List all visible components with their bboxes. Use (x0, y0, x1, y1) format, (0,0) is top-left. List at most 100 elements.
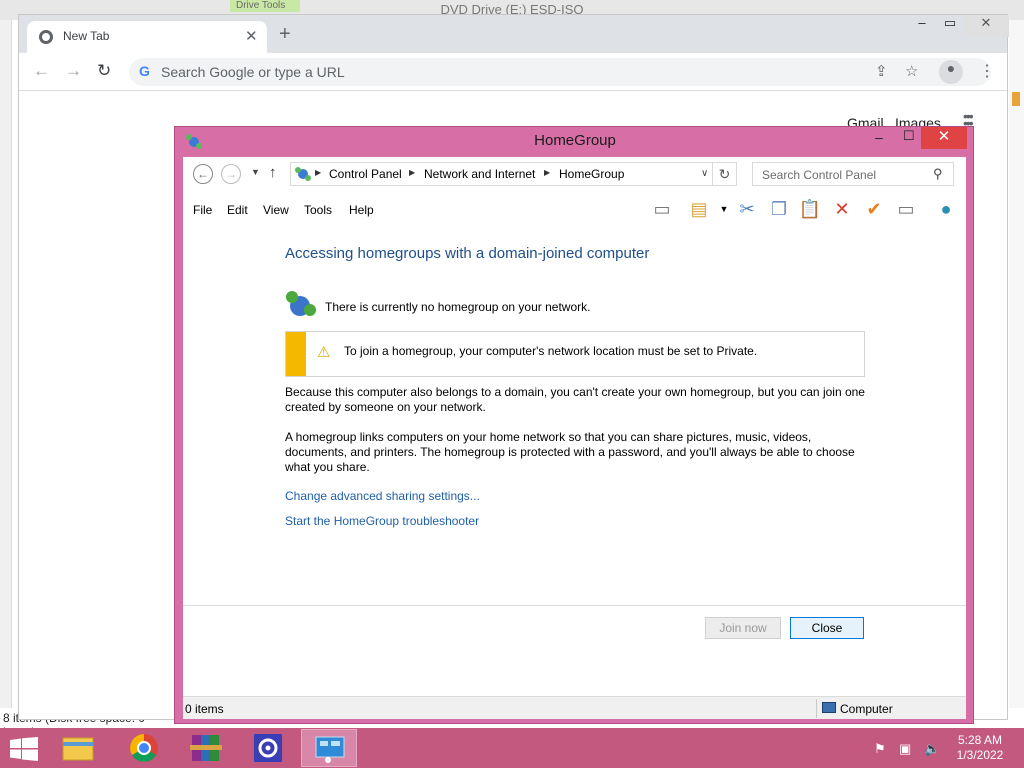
taskbar-file-explorer[interactable] (50, 729, 106, 767)
page-heading: Accessing homegroups with a domain-joine… (285, 245, 650, 262)
window-close-icon[interactable]: ✕ (921, 127, 967, 149)
google-g-icon: G (139, 63, 150, 79)
computer-icon (822, 702, 836, 713)
taskbar-winrar[interactable] (178, 729, 234, 767)
chrome-icon (130, 734, 158, 762)
reload-icon[interactable]: ↻ (97, 61, 111, 81)
homegroup-globe-icon (286, 291, 316, 316)
homegroup-description: A homegroup links computers on your home… (285, 430, 855, 474)
clock[interactable]: 5:28 AM 1/3/2022 (952, 733, 1008, 763)
join-now-button[interactable]: Join now (705, 617, 781, 639)
menu-bar: File Edit View Tools Help ▭ ▤ ▼ ✂ ❐ 📋 ✕ … (183, 193, 966, 225)
properties-icon[interactable]: ▭ (893, 196, 919, 222)
delete-icon[interactable]: ✕ (829, 196, 855, 222)
content-area: Accessing homegroups with a domain-joine… (183, 225, 966, 605)
background-scrollbar[interactable] (1009, 20, 1024, 708)
homegroup-body: ← → ▼ ↑ ▶ Control Panel ▶ Network and In… (183, 157, 966, 719)
settings-gear-icon (254, 734, 282, 762)
close-button[interactable]: Close (790, 617, 864, 639)
back-arrow-icon[interactable]: ← (33, 61, 50, 81)
address-dropdown-icon[interactable]: ∨ (701, 168, 708, 179)
chrome-tabstrip: New Tab ✕ + – ▭ ✕ (19, 15, 1009, 53)
chrome-maximize-icon[interactable]: ▭ (935, 15, 965, 37)
search-placeholder: Search Control Panel (762, 168, 877, 182)
chrome-menu-icon[interactable]: ⋮ (979, 61, 995, 81)
tab-new-tab[interactable]: New Tab ✕ (27, 21, 267, 53)
background-selection-marker (1012, 92, 1020, 106)
taskbar-settings[interactable] (240, 729, 296, 767)
clock-time: 5:28 AM (957, 733, 1003, 747)
profile-avatar-icon[interactable]: ● (939, 60, 963, 84)
crumb-sep-icon[interactable]: ▶ (409, 168, 415, 177)
search-control-panel-input[interactable]: Search Control Panel ⚲ (752, 162, 954, 186)
chrome-minimize-icon[interactable]: – (907, 15, 937, 37)
menu-tools[interactable]: Tools (304, 203, 332, 217)
control-panel-icon (315, 736, 345, 763)
search-icon[interactable]: ⚲ (933, 166, 943, 182)
new-tab-plus-icon[interactable]: + (279, 23, 291, 46)
address-bar[interactable]: ▶ Control Panel ▶ Network and Internet ▶… (290, 162, 713, 186)
troubleshooter-link[interactable]: Start the HomeGroup troubleshooter (285, 514, 479, 528)
copy-icon[interactable]: ❐ (766, 196, 792, 222)
clock-date: 1/3/2022 (956, 748, 1004, 762)
layout-pane-icon[interactable]: ▭ (649, 196, 675, 222)
taskbar-control-panel[interactable] (301, 729, 357, 767)
status-bar: 0 items Computer (183, 696, 966, 719)
paste-icon[interactable]: 📋 (797, 196, 823, 222)
network-status-icon[interactable]: ▣ (899, 741, 911, 757)
homegroup-title: HomeGroup (534, 132, 616, 149)
chrome-toolbar: ← → ↻ G Search Google or type a URL ⇪ ☆ … (19, 53, 1007, 91)
share-icon[interactable]: ⇪ (875, 62, 888, 80)
minimize-icon[interactable]: – (875, 129, 883, 145)
recent-locations-icon[interactable]: ▼ (251, 167, 260, 177)
status-location: Computer (840, 702, 893, 716)
forward-icon[interactable]: → (221, 164, 241, 184)
warning-stripe (286, 332, 306, 376)
folder-options-icon[interactable]: ▤ (686, 196, 712, 222)
warning-triangle-icon: ⚠ (317, 344, 331, 361)
windows-start-icon[interactable] (10, 737, 38, 761)
status-item-count: 0 items (185, 702, 224, 716)
up-arrow-icon[interactable]: ↑ (269, 164, 277, 181)
chrome-close-icon[interactable]: ✕ (963, 15, 1009, 37)
menu-help[interactable]: Help (349, 203, 374, 217)
back-icon[interactable]: ← (193, 164, 213, 184)
menu-file[interactable]: File (193, 203, 212, 217)
advanced-sharing-link[interactable]: Change advanced sharing settings... (285, 489, 480, 503)
address-row: ← → ▼ ↑ ▶ Control Panel ▶ Network and In… (183, 157, 966, 193)
volume-muted-icon[interactable]: 🔈 (924, 741, 940, 757)
network-icon (295, 167, 311, 181)
background-nav-pane (0, 20, 12, 708)
domain-paragraph: Because this computer also belongs to a … (285, 385, 865, 414)
no-homegroup-text: There is currently no homegroup on your … (325, 300, 591, 314)
checkmark-icon[interactable]: ✔ (861, 196, 887, 222)
crumb-sep-icon: ▶ (315, 168, 322, 177)
folder-icon (62, 737, 94, 761)
forward-arrow-icon[interactable]: → (65, 61, 82, 81)
crumb-homegroup[interactable]: HomeGroup (559, 167, 624, 181)
omnibox-placeholder: Search Google or type a URL (161, 64, 345, 80)
status-separator (816, 699, 817, 718)
crumb-sep-icon[interactable]: ▶ (544, 168, 550, 177)
crumb-network-internet[interactable]: Network and Internet (424, 167, 535, 181)
maximize-icon[interactable]: ☐ (903, 128, 915, 144)
cut-icon[interactable]: ✂ (734, 196, 760, 222)
action-center-flag-icon[interactable]: ⚑ (874, 741, 886, 757)
chrome-favicon-icon (39, 30, 53, 44)
taskbar: ⚑ ▣ 🔈 5:28 AM 1/3/2022 (0, 728, 1024, 768)
warning-text: To join a homegroup, your computer's net… (344, 344, 758, 358)
footer-divider (183, 605, 966, 606)
refresh-icon[interactable]: ↻ (713, 162, 737, 186)
tab-title: New Tab (63, 29, 110, 43)
crumb-control-panel[interactable]: Control Panel (329, 167, 402, 181)
omnibox[interactable]: G Search Google or type a URL ⇪ ☆ (129, 58, 991, 86)
bookmark-star-icon[interactable]: ☆ (905, 62, 918, 80)
homegroup-window: HomeGroup – ☐ ✕ ← → ▼ ↑ ▶ Control Panel … (174, 126, 974, 724)
network-globe-icon[interactable]: ● (933, 196, 959, 222)
menu-view[interactable]: View (263, 203, 289, 217)
menu-edit[interactable]: Edit (227, 203, 248, 217)
warning-banner: ⚠ To join a homegroup, your computer's n… (285, 331, 865, 377)
tab-close-icon[interactable]: ✕ (245, 27, 258, 45)
taskbar-chrome[interactable] (116, 729, 172, 767)
archive-icon (190, 735, 222, 761)
